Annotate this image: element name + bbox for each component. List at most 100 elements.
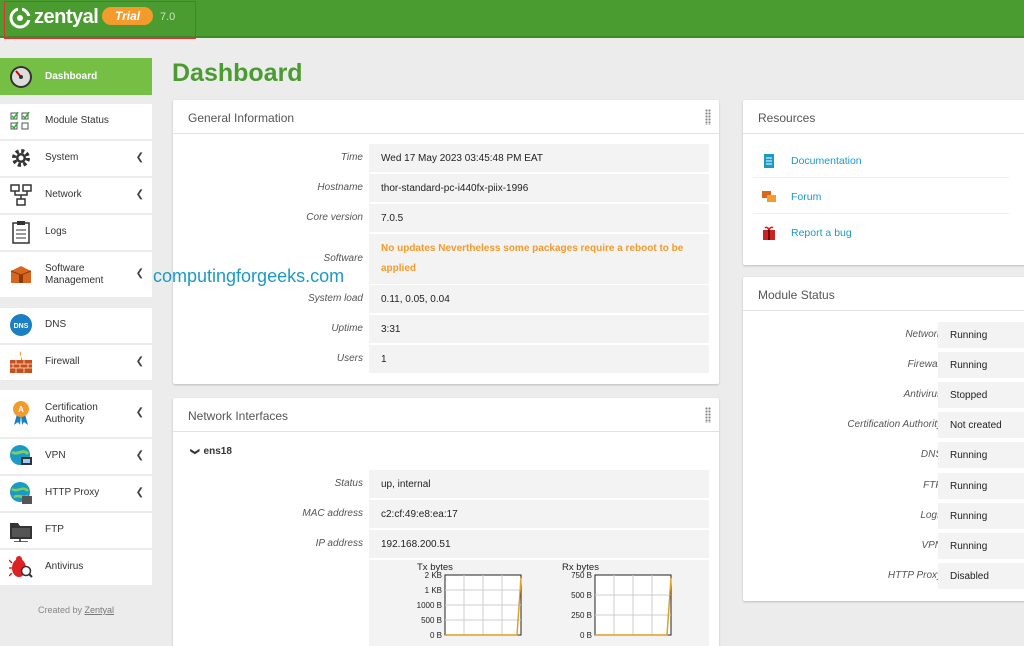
tx-chart-y-tick-label: 0 B: [430, 631, 442, 640]
trial-badge: Trial: [102, 7, 154, 25]
sidebar-item-firewall[interactable]: Firewall ❮: [0, 345, 152, 380]
resource-report-bug[interactable]: Report a bug: [753, 216, 1009, 250]
resource-documentation[interactable]: Documentation: [753, 144, 1009, 178]
watermark-text: computingforgeeks.com: [153, 266, 345, 286]
forum-link[interactable]: Forum: [791, 191, 821, 203]
sidebar-item-vpn[interactable]: VPN ❮: [0, 439, 152, 474]
module-state: Running: [938, 533, 1024, 559]
panel-title: Resources: [758, 111, 816, 125]
panel-title: Module Status: [758, 288, 835, 302]
info-label: Core version: [306, 212, 363, 223]
iface-label: IP address: [315, 538, 363, 549]
module-row: HTTP Proxy Disabled: [743, 563, 1024, 589]
module-name: Network: [905, 329, 942, 340]
iface-row-status: Status up, internal: [173, 470, 719, 498]
general-information-panel: General Information Time Wed 17 May 2023…: [173, 100, 719, 384]
info-row-users: Users 1: [173, 345, 719, 373]
traffic-charts-area: Tx bytes Rx bytes 2 KB 1 KB 1000 B 500 B0 B…: [369, 560, 709, 646]
panel-header: Network Interfaces: [173, 398, 719, 432]
sidebar-item-http-proxy[interactable]: HTTP Proxy ❮: [0, 476, 152, 511]
module-name: Antivirus: [903, 389, 942, 400]
iface-value: up, internal: [369, 470, 709, 498]
gear-icon: [9, 146, 33, 170]
svg-text:DNS: DNS: [14, 323, 29, 330]
globe-icon: [9, 481, 33, 505]
module-name: Firewall: [907, 359, 942, 370]
info-value: Wed 17 May 2023 03:45:48 PM EAT: [369, 144, 709, 172]
sidebar-item-label: Dashboard: [45, 71, 98, 82]
info-value: 1: [369, 345, 709, 373]
top-bar: zentyal Trial 7.0: [0, 0, 1024, 39]
info-value: thor-standard-pc-i440fx-piix-1996: [369, 174, 709, 202]
iface-label: MAC address: [302, 508, 363, 519]
sidebar-item-network[interactable]: Network ❮: [0, 178, 152, 213]
sidebar-item-label: Software Management: [45, 263, 104, 286]
sidebar-item-antivirus[interactable]: Antivirus: [0, 550, 152, 585]
sidebar-item-certification-authority[interactable]: A Certification Authority ❮: [0, 390, 152, 437]
info-row-time: Time Wed 17 May 2023 03:45:48 PM EAT: [173, 144, 719, 172]
info-label: Uptime: [331, 323, 363, 334]
module-name: Certification Authority: [847, 419, 942, 430]
drag-handle-icon[interactable]: [705, 109, 711, 125]
zentyal-link[interactable]: Zentyal: [85, 605, 115, 615]
interface-name: ens18: [203, 446, 232, 457]
info-label: System load: [307, 293, 363, 304]
module-row: VPN Running: [743, 533, 1024, 559]
sidebar-item-logs[interactable]: Logs: [0, 215, 152, 250]
chevron-left-icon: ❮: [135, 487, 144, 498]
chevron-left-icon: ❮: [135, 268, 144, 279]
sidebar-item-label: System: [45, 152, 79, 163]
sidebar-item-system[interactable]: System ❮: [0, 141, 152, 176]
report-bug-link[interactable]: Report a bug: [791, 227, 852, 239]
dashboard-gauge-icon: [9, 65, 33, 89]
module-state: Running: [938, 503, 1024, 529]
panel-header: Resources: [743, 100, 1024, 134]
sidebar-item-software-management[interactable]: Software Management ❮: [0, 252, 152, 297]
iface-value: 192.168.200.51: [369, 530, 709, 558]
firewall-icon: [9, 350, 33, 374]
info-value: 7.0.5: [369, 204, 709, 232]
vpn-icon: [9, 444, 33, 468]
brand-name: zentyal: [34, 6, 99, 28]
panel-header: General Information: [173, 100, 719, 134]
info-row-uptime: Uptime 3:31: [173, 315, 719, 343]
network-icon: [9, 183, 33, 207]
info-row-system-load: System load 0.11, 0.05, 0.04: [173, 285, 719, 313]
module-state: Running: [938, 322, 1024, 348]
rx-chart-y-tick-label: 500 B: [571, 591, 592, 600]
sidebar-item-module-status[interactable]: Module Status: [0, 104, 152, 139]
module-row: FTP Running: [743, 473, 1024, 499]
sidebar-item-dns[interactable]: DNS DNS: [0, 308, 152, 343]
resource-forum[interactable]: Forum: [753, 180, 1009, 214]
sidebar-item-label: Logs: [45, 226, 67, 237]
rx-bytes-chart: 750 B 500 B 250 B 0 B: [571, 572, 672, 640]
interface-toggle[interactable]: ❯ ens18: [190, 446, 232, 457]
info-label: Software: [323, 253, 363, 264]
sidebar-item-label: VPN: [45, 450, 66, 461]
sidebar-item-dashboard[interactable]: Dashboard: [0, 58, 152, 95]
tx-bytes-chart: 2 KB 1 KB 1000 B 500 B 0 B: [417, 572, 522, 640]
rx-chart-y-tick-label: 750 B: [571, 572, 592, 580]
gift-bug-icon: [763, 226, 775, 240]
info-value: 3:31: [369, 315, 709, 343]
iface-row-mac: MAC address c2:cf:49:e8:ea:17: [173, 500, 719, 528]
sidebar-item-ftp[interactable]: FTP: [0, 513, 152, 548]
document-icon: [764, 153, 774, 168]
sidebar-item-label: Certification Authority: [45, 402, 98, 425]
info-label: Users: [336, 353, 363, 364]
chevron-left-icon: ❮: [135, 152, 144, 163]
panel-header: Module Status: [743, 277, 1024, 311]
module-row: Logs Running: [743, 503, 1024, 529]
documentation-link[interactable]: Documentation: [791, 155, 862, 167]
sidebar-item-label: Antivirus: [45, 561, 84, 572]
network-interfaces-panel: Network Interfaces ❯ ens18 Status up, int…: [173, 398, 719, 646]
resources-panel: Resources Documentation Forum Report a b…: [743, 100, 1024, 265]
tx-chart-y-tick-label: 1000 B: [417, 601, 442, 610]
module-state: Running: [938, 352, 1024, 378]
info-value: 0.11, 0.05, 0.04: [369, 285, 709, 313]
drag-handle-icon[interactable]: [705, 407, 711, 423]
iface-value: c2:cf:49:e8:ea:17: [369, 500, 709, 528]
tx-chart-y-tick-label: 2 KB: [425, 572, 442, 580]
zentyal-logo[interactable]: zentyal: [9, 6, 99, 29]
dns-icon: DNS: [9, 313, 33, 337]
